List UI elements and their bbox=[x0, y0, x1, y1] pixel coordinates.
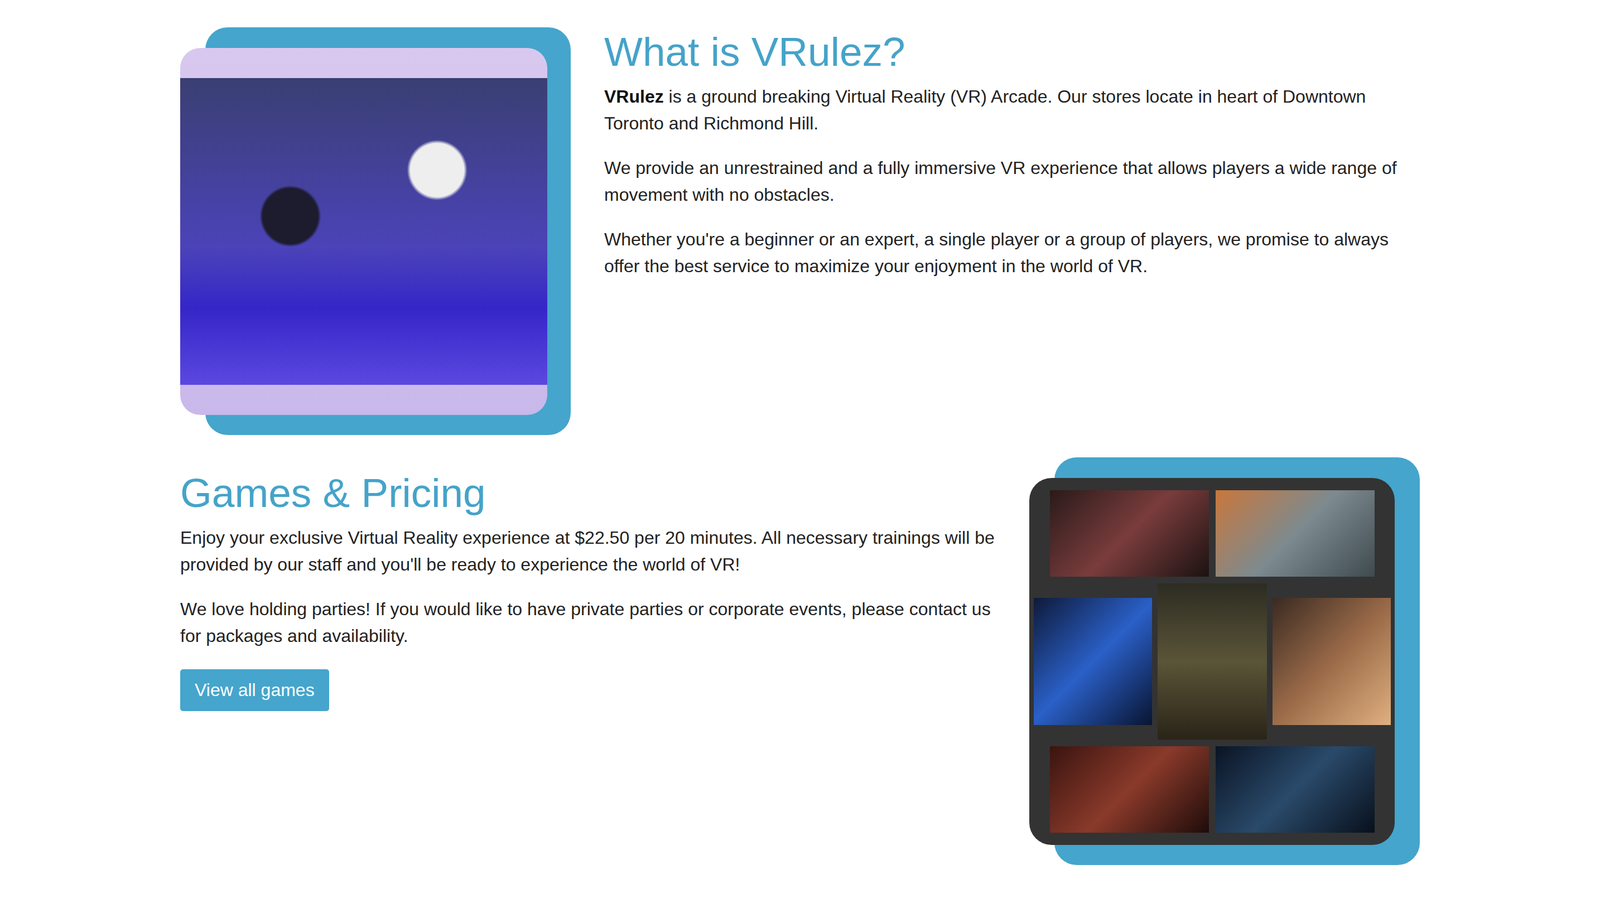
arcade-photo bbox=[180, 47, 548, 416]
about-paragraph: We provide an unrestrained and a fully i… bbox=[604, 154, 1420, 209]
collage-row bbox=[1029, 598, 1395, 726]
game-cover bbox=[1049, 746, 1209, 833]
game-cover bbox=[1215, 746, 1375, 833]
games-heading: Games & Pricing bbox=[180, 468, 996, 518]
about-paragraph: VRulez is a ground breaking Virtual Real… bbox=[604, 83, 1420, 137]
game-cover bbox=[1272, 598, 1391, 726]
games-paragraph: Enjoy your exclusive Virtual Reality exp… bbox=[180, 524, 996, 578]
about-heading: What is VRulez? bbox=[604, 27, 1420, 77]
arcade-photo-frame bbox=[180, 27, 571, 436]
about-section: What is VRulez? VRulez is a ground breaki… bbox=[180, 27, 1420, 436]
about-paragraph: Whether you're a beginner or an expert, … bbox=[604, 225, 1420, 280]
game-cover bbox=[1033, 598, 1153, 726]
game-cover bbox=[1215, 490, 1375, 577]
game-cover bbox=[1157, 583, 1267, 740]
games-section: Games & Pricing Enjoy your exclusive Virt… bbox=[180, 468, 1420, 866]
games-text: Games & Pricing Enjoy your exclusive Virt… bbox=[180, 468, 996, 712]
about-text: What is VRulez? VRulez is a ground breaki… bbox=[604, 27, 1420, 298]
collage-row bbox=[1029, 746, 1395, 833]
photo-scene bbox=[180, 78, 548, 385]
brand-name: VRulez bbox=[604, 86, 664, 107]
games-paragraph: We love holding parties! If you would li… bbox=[180, 595, 996, 650]
games-collage-frame bbox=[1029, 457, 1420, 866]
game-cover bbox=[1049, 490, 1209, 577]
view-games-button[interactable]: View all games bbox=[180, 669, 330, 712]
collage-row bbox=[1029, 490, 1395, 577]
games-collage bbox=[1029, 478, 1395, 846]
page: What is VRulez? VRulez is a ground breaki… bbox=[180, 0, 1420, 888]
